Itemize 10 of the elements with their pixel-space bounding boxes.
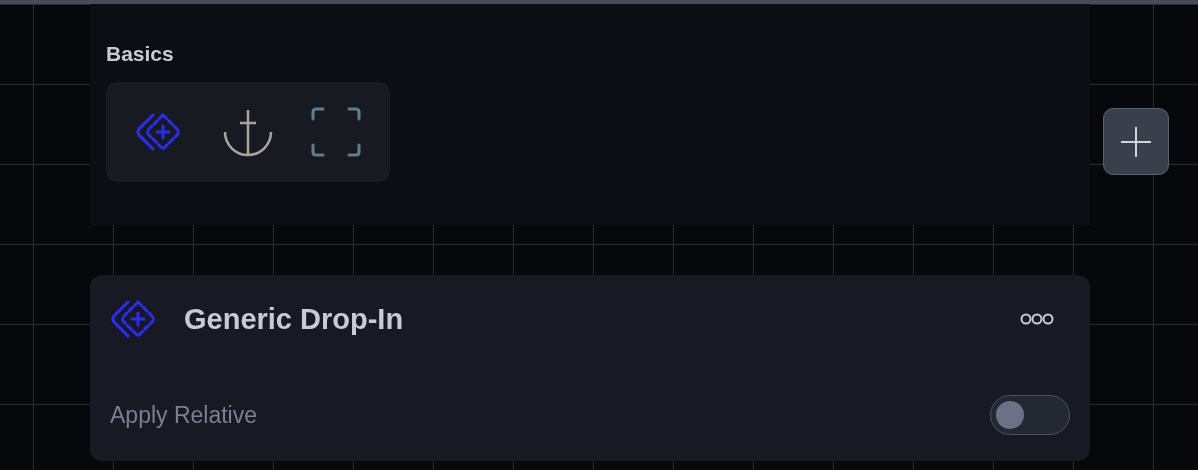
toggle-switch[interactable] [990,395,1070,435]
card-title: Generic Drop-In [184,302,405,336]
setting-label: Apply Relative [110,401,258,429]
corner-frame-icon [311,107,361,157]
plus-icon [1120,125,1152,158]
more-icon [1020,313,1054,325]
section-title: Basics [106,42,175,66]
anchor-icon [223,107,273,157]
more-button[interactable] [1020,313,1054,325]
add-button[interactable] [1103,108,1169,175]
